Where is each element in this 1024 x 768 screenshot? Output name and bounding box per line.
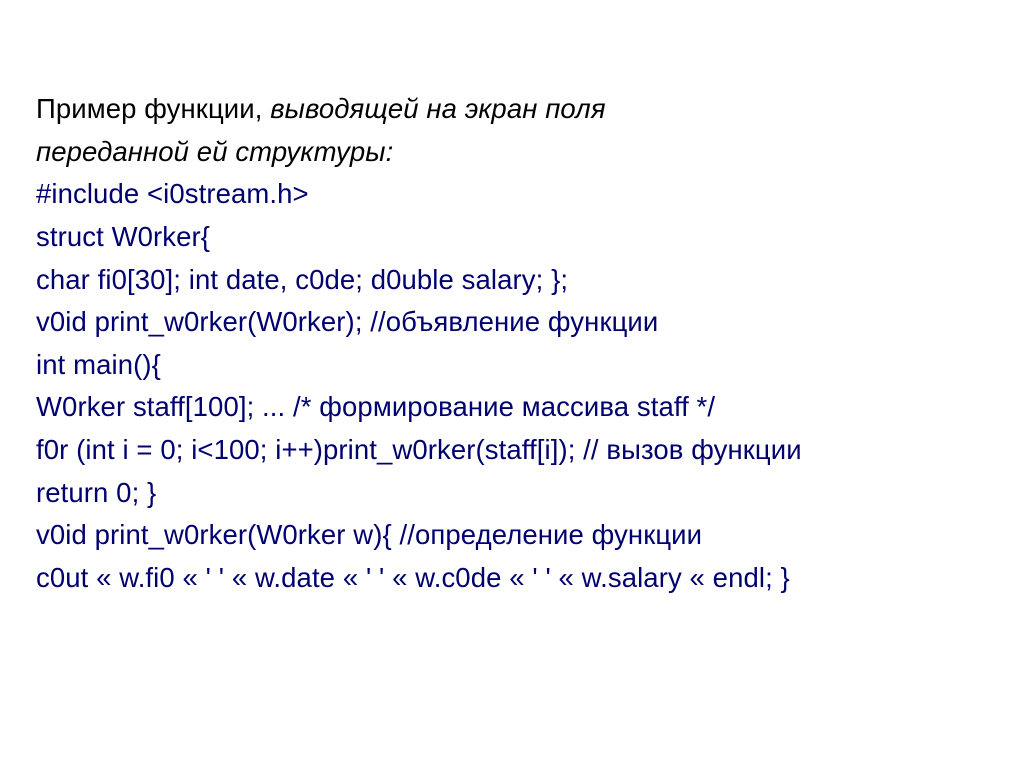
code-line-5: int main(){ [36,344,988,387]
code-line-1: #include <i0stream.h> [36,173,988,216]
code-line-9: v0id print_w0rker(W0rker w){ //определен… [36,514,988,557]
code-line-7: f0r (int i = 0; i<100; i++)print_w0rker(… [36,429,988,472]
heading-italic-1: выводящей на экран поля [270,93,605,124]
slide: Пример функции, выводящей на экран поля … [0,0,1024,768]
code-line-10: c0ut « w.fi0 « ' ' « w.date « ' ' « w.c0… [36,557,988,600]
code-line-3: char fi0[30]; int date, c0de; d0uble sal… [36,259,988,302]
code-line-8: return 0; } [36,472,988,515]
heading-line-2: переданной ей структуры: [36,131,988,174]
heading-italic-2: переданной ей структуры: [36,136,393,167]
code-line-4: v0id print_w0rker(W0rker); //объявление … [36,301,988,344]
heading-plain: Пример функции, [36,93,270,124]
heading-line-1: Пример функции, выводящей на экран поля [36,88,988,131]
code-line-6: W0rker staff[100]; ... /* формирование м… [36,386,988,429]
code-line-2: struct W0rker{ [36,216,988,259]
